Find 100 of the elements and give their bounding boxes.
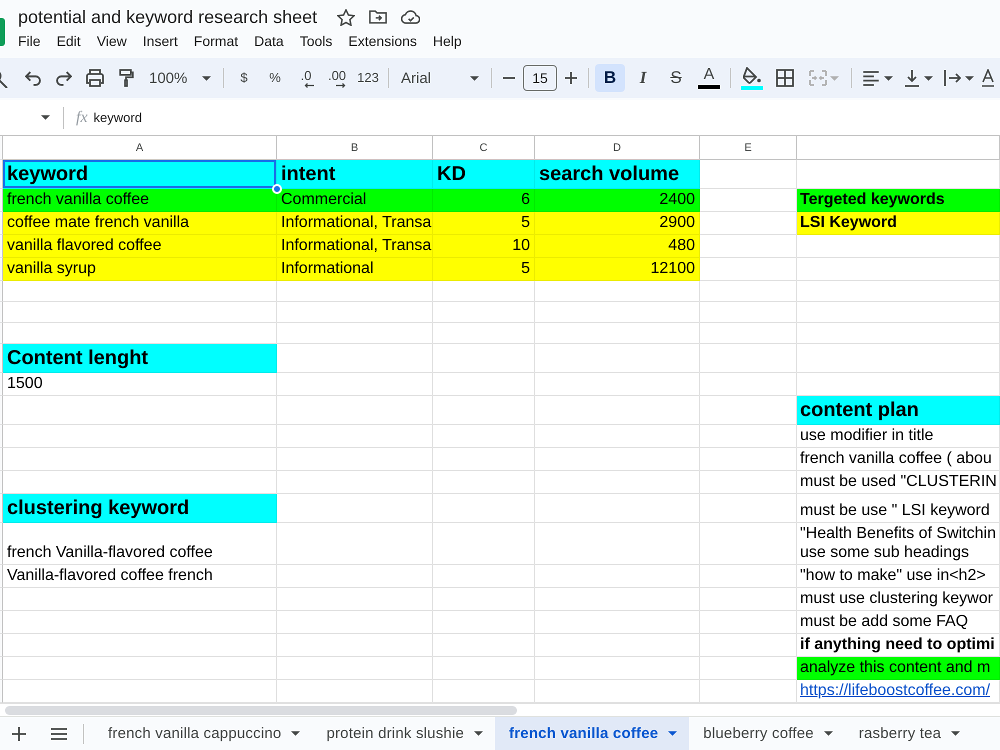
menu-icon (51, 728, 67, 740)
star-icon[interactable] (337, 8, 356, 26)
table-cell: coffee mate french vanilla (3, 212, 277, 235)
sheet-tab[interactable]: protein drink slushie (312, 717, 496, 750)
table-cell: must be use " LSI keyword (797, 494, 1000, 523)
table-cell: Tergeted keywords (797, 189, 1000, 212)
column-header[interactable]: B (277, 136, 433, 160)
sheet-tab[interactable]: french vanilla coffee (495, 717, 690, 750)
table-cell: vanilla syrup (3, 258, 277, 281)
text-rotation-icon[interactable] (981, 69, 994, 87)
number-format-button[interactable]: % (261, 64, 289, 92)
table-cell: must use clustering keywor (797, 588, 1000, 611)
formula-field[interactable]: keyword (94, 110, 142, 125)
document-title[interactable]: potential and keyword research sheet (18, 6, 318, 28)
bold-button[interactable]: B (595, 64, 625, 92)
number-format-button[interactable]: .00 (323, 64, 351, 92)
font-size-field[interactable]: 15 (523, 65, 557, 91)
align-bottom-icon (904, 69, 920, 87)
table-cell: 12100 (535, 258, 700, 281)
column-header[interactable]: D (535, 136, 700, 160)
plus-icon (565, 72, 577, 84)
table-cell: "Health Benefits of Switchin use some sub headings (797, 523, 1000, 565)
table-cell: must be add some FAQ (797, 611, 1000, 634)
caret-icon (951, 731, 960, 736)
borders-icon (776, 69, 794, 87)
table-cell: KD (433, 160, 535, 189)
italic-button[interactable]: I (628, 64, 658, 92)
table-cell: 5 (433, 212, 535, 235)
caret-icon (470, 76, 479, 80)
merge-cells-icon (809, 70, 827, 86)
column-header[interactable]: E (700, 136, 797, 160)
menu-item[interactable]: Insert (134, 33, 186, 49)
text-wrap-icon (944, 69, 961, 87)
app-logo-icon[interactable] (0, 18, 5, 46)
table-cell: 480 (535, 235, 700, 258)
menu-item[interactable]: Help (424, 33, 470, 49)
text-color-button[interactable]: A (694, 64, 724, 92)
plus-icon (12, 726, 26, 740)
table-cell: Informational (277, 258, 433, 281)
menu-item[interactable]: Extensions (340, 33, 425, 49)
folder-icon[interactable] (369, 10, 388, 24)
table-cell: 2400 (535, 189, 700, 212)
table-cell: Content lenght (3, 344, 277, 373)
caret-icon (924, 76, 932, 80)
table-cell: search volume (535, 160, 700, 189)
caret-icon (668, 731, 678, 736)
paint-bucket-icon (742, 66, 762, 84)
table-cell: french Vanilla-flavored coffee (3, 523, 277, 565)
column-header[interactable]: A (3, 136, 277, 160)
caret-icon (830, 76, 839, 80)
strikethrough-button[interactable]: S (661, 64, 691, 92)
table-cell: vanilla flavored coffee (3, 235, 277, 258)
font-dropdown[interactable]: Arial (395, 64, 485, 92)
caret-icon (824, 731, 833, 736)
cloud-check-icon[interactable] (401, 10, 420, 24)
table-cell: keyword (3, 160, 277, 189)
menu-item[interactable]: Format (186, 33, 246, 49)
printer-icon (86, 69, 104, 87)
fx-label: fx (76, 108, 88, 126)
menu-item[interactable]: View (88, 33, 135, 49)
menu-item[interactable]: Tools (292, 33, 340, 49)
table-cell: 6 (433, 189, 535, 212)
table-cell: Vanilla-flavored coffee french (3, 565, 277, 588)
table-cell: 5 (433, 258, 535, 281)
zoom-dropdown[interactable]: 100% (143, 64, 217, 92)
table-cell: 10 (433, 235, 535, 258)
table-cell: LSI Keyword (797, 212, 1000, 235)
paint-roller-icon (118, 69, 134, 87)
redo-icon (56, 70, 72, 86)
number-format-button[interactable]: .0 (292, 64, 320, 92)
url-link[interactable]: https://lifeboostcoffee.com/ (800, 681, 990, 700)
sheet-tab[interactable]: rasberry tea (844, 717, 972, 750)
undo-icon (25, 70, 41, 86)
caret-icon (291, 731, 300, 736)
table-cell: must be used "CLUSTERIN (797, 471, 1000, 494)
table-cell: 1500 (3, 373, 277, 396)
sheet-tab[interactable]: french vanilla cappuccino (94, 717, 312, 750)
caret-icon (41, 115, 50, 120)
number-format-button[interactable]: $ (230, 64, 258, 92)
arrow-left-icon (304, 82, 315, 88)
caret-icon (884, 76, 892, 80)
sheet-tab[interactable]: blueberry coffee (689, 717, 845, 750)
column-header[interactable]: C (433, 136, 535, 160)
menu-item[interactable]: File (10, 33, 49, 49)
caret-icon (474, 731, 484, 736)
table-cell: french vanilla coffee ( abou (797, 448, 1000, 471)
align-left-icon (862, 70, 880, 86)
table-cell: Commercial (277, 189, 433, 212)
number-format-button[interactable]: 123 (354, 64, 382, 92)
table-cell: intent (277, 160, 433, 189)
table-cell: analyze this content and m (797, 657, 1000, 680)
menu-item[interactable]: Data (246, 33, 292, 49)
arrow-right-icon (335, 82, 346, 88)
scrollbar-thumb[interactable] (5, 706, 517, 714)
caret-icon (202, 76, 211, 80)
table-cell: clustering keyword (3, 494, 277, 523)
table-cell: Informational, Transa (277, 235, 433, 258)
menu-item[interactable]: Edit (48, 33, 89, 49)
table-cell: 2900 (535, 212, 700, 235)
minus-icon (503, 77, 515, 79)
